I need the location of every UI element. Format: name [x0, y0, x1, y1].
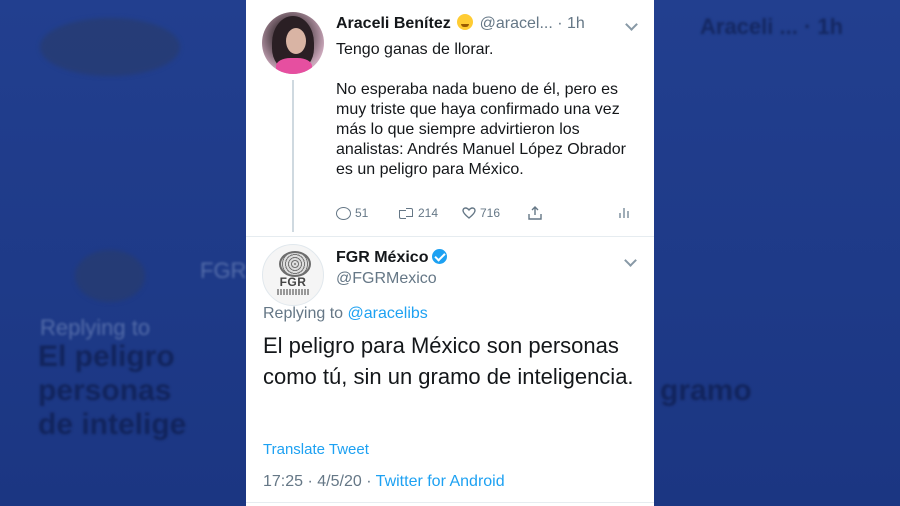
- translate-tweet-link[interactable]: Translate Tweet: [263, 441, 369, 458]
- avatar[interactable]: [262, 12, 324, 74]
- ghost-avatar-fgr: [75, 250, 145, 302]
- retweet-count: 214: [418, 206, 439, 220]
- reply-handle[interactable]: @FGRMexico: [336, 270, 437, 288]
- tweet-metadata: 17:25 · 4/5/20 · Twitter for Android: [263, 473, 505, 491]
- like-count: 716: [480, 206, 501, 220]
- replying-to-link[interactable]: @aracelibs: [348, 305, 428, 322]
- divider: [246, 502, 654, 503]
- like-button[interactable]: 716: [462, 206, 500, 220]
- analytics-button[interactable]: [618, 206, 630, 219]
- verified-badge-icon: [432, 249, 448, 264]
- avatar-label: FGR: [279, 275, 307, 289]
- grimacing-face-icon: [457, 14, 474, 30]
- seal-icon: [279, 251, 311, 277]
- heart-icon: [462, 207, 476, 219]
- tweet-text: Tengo ganas de llorar. No esperaba nada …: [336, 41, 626, 178]
- reply-display-name[interactable]: FGR México: [336, 249, 448, 267]
- reply-button[interactable]: 51: [336, 206, 368, 220]
- ghost-fgr-text: FGR: [200, 258, 247, 283]
- reply-count: 51: [355, 206, 369, 220]
- tweet-time[interactable]: · 1h: [557, 15, 585, 32]
- share-icon: [528, 206, 542, 220]
- tweet-actions: 51 214 716: [334, 206, 634, 226]
- replying-to: Replying to @aracelibs: [263, 305, 428, 323]
- thread-connector: [292, 80, 294, 232]
- retweet-icon: [398, 208, 414, 219]
- ghost-avatar: [40, 18, 180, 76]
- chevron-down-icon[interactable]: [625, 18, 638, 31]
- reply-display-name-text: FGR México: [336, 249, 429, 266]
- handle[interactable]: @aracel...: [480, 15, 553, 32]
- ghost-line-2: personas: [38, 374, 172, 407]
- analytics-icon: [618, 206, 630, 219]
- ghost-right-name: Araceli ... · 1h: [700, 14, 844, 39]
- ghost-line-3: de intelige: [38, 408, 187, 441]
- tweet-header: Araceli Benítez @aracel... · 1h: [336, 14, 585, 33]
- replying-prefix: Replying to: [263, 305, 344, 322]
- fgr-avatar[interactable]: FGR: [262, 244, 324, 306]
- ghost-replying-text: Replying to: [40, 315, 151, 340]
- display-name[interactable]: Araceli Benítez: [336, 15, 451, 32]
- source-link[interactable]: Twitter for Android: [376, 473, 505, 490]
- tweet-card: Araceli Benítez @aracel... · 1h Tengo ga…: [246, 0, 654, 506]
- timestamp[interactable]: 17:25 · 4/5/20 ·: [263, 473, 372, 490]
- chevron-down-icon[interactable]: [624, 254, 637, 267]
- ghost-right-gramo: gramo: [660, 374, 752, 407]
- divider: [246, 236, 654, 237]
- ghost-line-1: El peligro: [38, 340, 175, 373]
- share-button[interactable]: [528, 206, 542, 220]
- reply-icon: [336, 206, 351, 220]
- retweet-button[interactable]: 214: [398, 206, 438, 220]
- reply-tweet-text: El peligro para México son personas como…: [263, 333, 634, 389]
